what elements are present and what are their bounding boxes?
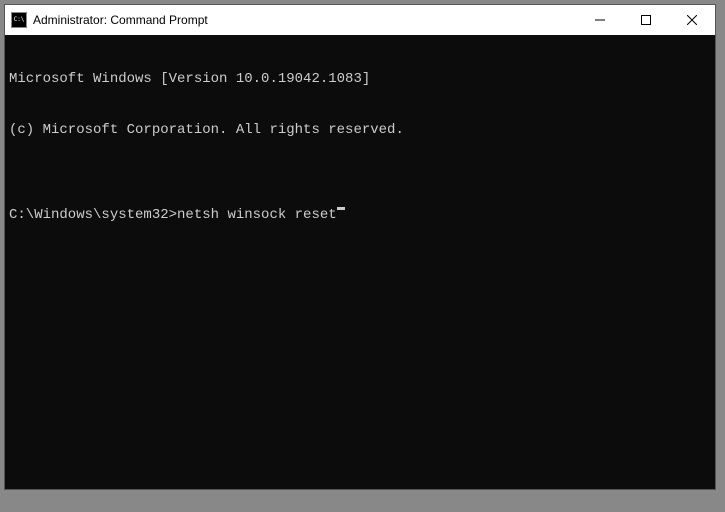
- cmd-icon-glyph: C:\: [14, 17, 25, 23]
- minimize-button[interactable]: [577, 5, 623, 35]
- terminal-output-line: Microsoft Windows [Version 10.0.19042.10…: [9, 71, 711, 88]
- titlebar[interactable]: C:\ Administrator: Command Prompt: [5, 5, 715, 35]
- window-title: Administrator: Command Prompt: [33, 13, 577, 27]
- terminal-cursor: [337, 207, 345, 210]
- command-prompt-window: C:\ Administrator: Command Prompt Micros…: [4, 4, 716, 490]
- terminal-prompt: C:\Windows\system32>: [9, 207, 177, 224]
- minimize-icon: [595, 15, 605, 25]
- close-button[interactable]: [669, 5, 715, 35]
- terminal-output-line: (c) Microsoft Corporation. All rights re…: [9, 122, 711, 139]
- window-controls: [577, 5, 715, 35]
- terminal-command: netsh winsock reset: [177, 207, 337, 224]
- terminal-body[interactable]: Microsoft Windows [Version 10.0.19042.10…: [5, 35, 715, 489]
- close-icon: [687, 15, 697, 25]
- maximize-button[interactable]: [623, 5, 669, 35]
- cmd-icon: C:\: [11, 12, 27, 28]
- maximize-icon: [641, 15, 651, 25]
- terminal-prompt-line: C:\Windows\system32>netsh winsock reset: [9, 207, 711, 224]
